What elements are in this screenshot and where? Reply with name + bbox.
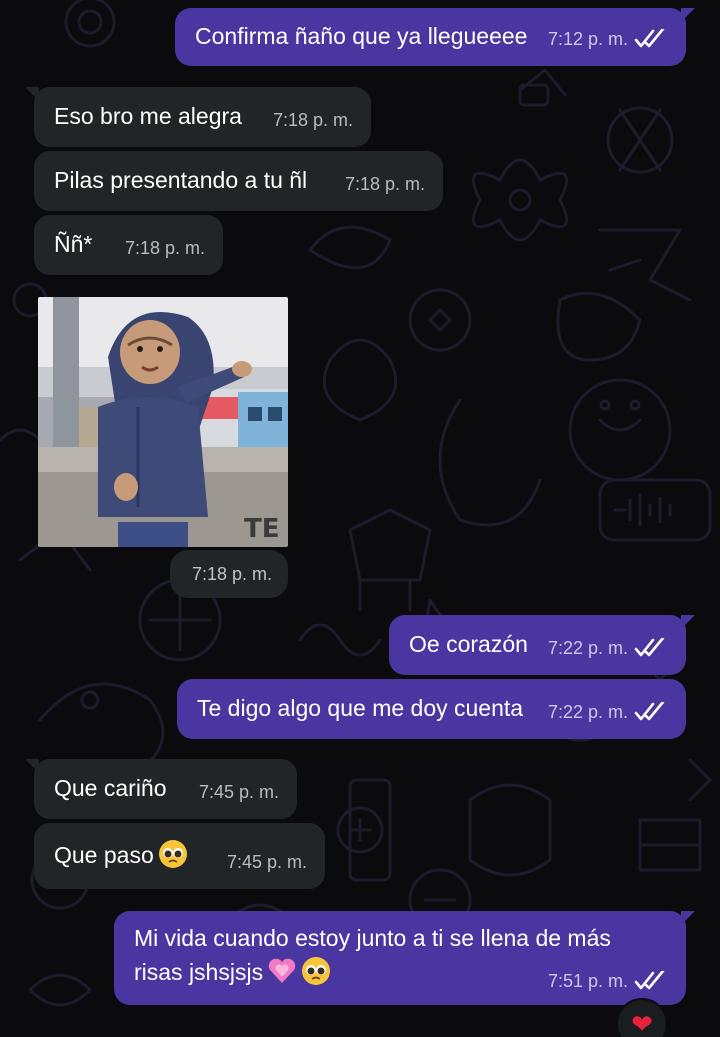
message-time: 7:51 p. m. bbox=[547, 971, 628, 991]
sticker-caption: TE bbox=[244, 514, 280, 544]
incoming-message[interactable]: Pilas presentando a tu ñl 7:18 p. m. bbox=[34, 151, 443, 211]
message-meta: 7:18 p. m. bbox=[345, 168, 425, 200]
message-time: 7:18 p. m. bbox=[124, 238, 205, 258]
incoming-message[interactable]: Que cariño 7:45 p. m. bbox=[25, 759, 297, 819]
pleading-face-emoji-icon bbox=[158, 840, 187, 868]
message-time: 7:45 p. m. bbox=[226, 852, 307, 872]
sticker-timestamp: 7:18 p. m. bbox=[170, 550, 288, 598]
message-text: Mi vida cuando estoy junto a ti se llena… bbox=[134, 925, 611, 985]
bubble-tail bbox=[681, 615, 695, 629]
incoming-message[interactable]: Que paso 7:45 p. m. bbox=[34, 823, 325, 889]
double-check-icon bbox=[634, 638, 665, 657]
message-meta: 7:18 p. m. bbox=[192, 564, 272, 585]
sticker-image[interactable]: TE bbox=[38, 297, 288, 547]
bubble-tail bbox=[25, 759, 39, 773]
message-time: 7:22 p. m. bbox=[547, 702, 628, 722]
bubble-tail bbox=[25, 87, 39, 101]
double-check-icon bbox=[634, 702, 665, 721]
message-meta: 7:51 p. m. bbox=[548, 965, 668, 997]
growing-heart-emoji-icon bbox=[268, 958, 296, 983]
message-time: 7:18 p. m. bbox=[344, 174, 425, 194]
message-text: Que cariño bbox=[54, 775, 167, 801]
message-meta: 7:22 p. m. bbox=[548, 632, 668, 664]
message-meta: 7:18 p. m. bbox=[125, 232, 205, 264]
message-time: 7:18 p. m. bbox=[191, 564, 272, 584]
message-text: Oe corazón bbox=[409, 631, 528, 657]
message-text: Pilas presentando a tu ñl bbox=[54, 167, 308, 193]
message-time: 7:45 p. m. bbox=[198, 782, 279, 802]
bubble-tail bbox=[681, 8, 695, 22]
message-text: Confirma ñaño que ya llegueeee bbox=[195, 23, 528, 49]
chat-window: Confirma ñaño que ya llegueeee 7:12 p. m… bbox=[0, 0, 720, 1037]
message-meta: 7:22 p. m. bbox=[548, 696, 668, 728]
outgoing-message[interactable]: Confirma ñaño que ya llegueeee 7:12 p. m… bbox=[175, 8, 695, 66]
bubble-tail bbox=[681, 911, 695, 925]
outgoing-message[interactable]: Te digo algo que me doy cuenta 7:22 p. m… bbox=[177, 679, 686, 739]
message-text: Eso bro me alegra bbox=[54, 103, 242, 129]
message-text: Ññ* bbox=[54, 231, 93, 257]
message-meta: 7:45 p. m. bbox=[199, 776, 279, 808]
incoming-message[interactable]: Eso bro me alegra 7:18 p. m. bbox=[25, 87, 371, 147]
outgoing-message[interactable]: Oe corazón 7:22 p. m. bbox=[389, 615, 695, 675]
message-time: 7:22 p. m. bbox=[547, 638, 628, 658]
message-time: 7:12 p. m. bbox=[547, 29, 628, 49]
message-meta: 7:18 p. m. bbox=[273, 104, 353, 136]
pleading-face-emoji-icon bbox=[302, 957, 331, 985]
message-meta: 7:12 p. m. bbox=[548, 23, 668, 55]
incoming-message[interactable]: Ññ* 7:18 p. m. bbox=[34, 215, 223, 275]
double-check-icon bbox=[634, 971, 665, 990]
message-content: Que paso bbox=[54, 839, 188, 871]
message-text: Te digo algo que me doy cuenta bbox=[197, 695, 524, 721]
outgoing-message[interactable]: Mi vida cuando estoy junto a ti se llena… bbox=[114, 911, 695, 1005]
message-meta: 7:45 p. m. bbox=[227, 846, 307, 878]
message-text: Que paso bbox=[54, 842, 154, 868]
double-check-icon bbox=[634, 29, 665, 48]
sticker-illustration: TE bbox=[38, 297, 288, 547]
message-time: 7:18 p. m. bbox=[272, 110, 353, 130]
